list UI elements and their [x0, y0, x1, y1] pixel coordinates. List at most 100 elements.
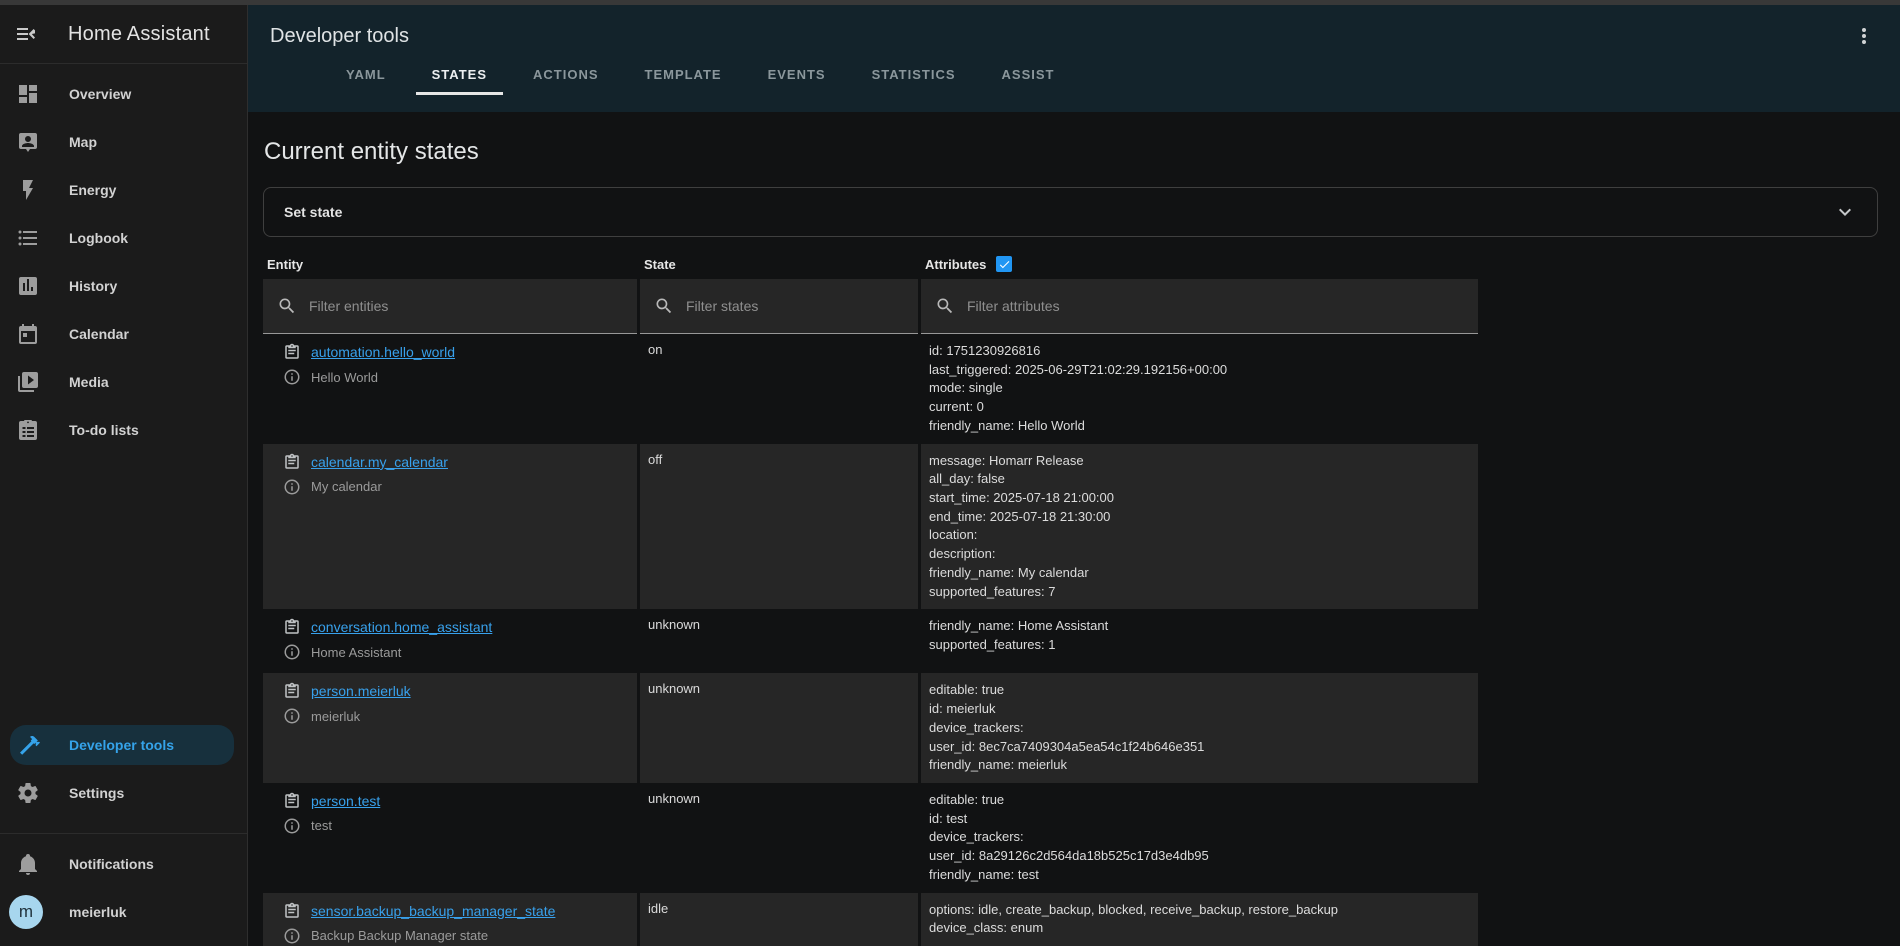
- attributes-cell: editable: true id: test device_trackers:…: [921, 783, 1478, 893]
- sidebar-item-media[interactable]: Media: [0, 358, 247, 406]
- hammer-icon: [18, 733, 42, 757]
- copy-clipboard-icon[interactable]: [283, 682, 301, 700]
- sidebar-item-calendar[interactable]: Calendar: [0, 310, 247, 358]
- entity-id-link[interactable]: person.test: [311, 793, 380, 809]
- entity-id-link[interactable]: conversation.home_assistant: [311, 619, 492, 635]
- attributes-label: Attributes: [925, 257, 986, 272]
- copy-clipboard-icon[interactable]: [283, 792, 301, 810]
- info-icon[interactable]: [283, 817, 301, 835]
- sidebar-item-energy[interactable]: Energy: [0, 166, 247, 214]
- sidebar-item-history[interactable]: History: [0, 262, 247, 310]
- sidebar-item-label: Calendar: [69, 326, 129, 342]
- sidebar-item-user-profile[interactable]: m meierluk: [0, 888, 247, 936]
- state-filter: [640, 279, 918, 334]
- entity-states-table: Entity State Attributes: [263, 250, 1478, 946]
- column-header-state: State: [640, 250, 921, 279]
- table-header-row: Entity State Attributes: [263, 250, 1478, 279]
- app-header: Developer tools YAML STATES ACTIONS TEMP…: [248, 5, 1900, 112]
- copy-clipboard-icon[interactable]: [283, 343, 301, 361]
- tab-actions[interactable]: ACTIONS: [517, 57, 615, 95]
- filter-row: [263, 279, 1478, 334]
- info-icon[interactable]: [283, 707, 301, 725]
- entity-friendly-name: Backup Backup Manager state: [311, 928, 488, 943]
- state-cell: unknown: [640, 783, 921, 893]
- attributes-text: friendly_name: Home Assistant supported_…: [929, 617, 1470, 654]
- avatar: m: [9, 895, 43, 929]
- sidebar-item-label: Media: [69, 374, 109, 390]
- sidebar-item-map[interactable]: Map: [0, 118, 247, 166]
- attributes-cell: friendly_name: Home Assistant supported_…: [921, 609, 1478, 673]
- sidebar-item-developer-tools[interactable]: Developer tools: [10, 725, 234, 765]
- table-row: person.test test unknown editable: true …: [263, 783, 1478, 893]
- info-icon[interactable]: [283, 927, 301, 945]
- column-header-entity: Entity: [263, 250, 640, 279]
- state-cell: unknown: [640, 673, 921, 783]
- info-icon[interactable]: [283, 478, 301, 496]
- todo-icon: [16, 418, 40, 442]
- attributes-filter: [921, 279, 1478, 334]
- sidebar-spacer: [0, 454, 247, 725]
- info-icon[interactable]: [283, 643, 301, 661]
- dashboard-icon: [16, 82, 40, 106]
- sidebar-item-label: Logbook: [69, 230, 128, 246]
- attributes-text: id: 1751230926816 last_triggered: 2025-0…: [929, 342, 1470, 436]
- entity-cell: calendar.my_calendar My calendar: [263, 444, 640, 610]
- state-cell: idle: [640, 893, 921, 946]
- sidebar-item-label: Settings: [69, 785, 124, 801]
- entity-cell: automation.hello_world Hello World: [263, 334, 640, 444]
- copy-clipboard-icon[interactable]: [283, 618, 301, 636]
- sidebar-item-label: Notifications: [69, 856, 154, 872]
- sidebar-item-label: History: [69, 278, 117, 294]
- tab-assist[interactable]: ASSIST: [986, 57, 1071, 95]
- overflow-menu-icon[interactable]: [1852, 24, 1876, 48]
- tab-yaml[interactable]: YAML: [330, 57, 402, 95]
- energy-icon: [16, 178, 40, 202]
- sidebar-item-overview[interactable]: Overview: [0, 70, 247, 118]
- tab-bar: YAML STATES ACTIONS TEMPLATE EVENTS STAT…: [330, 57, 1900, 95]
- sidebar-item-label: To-do lists: [69, 422, 139, 438]
- tab-template[interactable]: TEMPLATE: [629, 57, 738, 95]
- sidebar: Home Assistant Overview Map Energy Logbo…: [0, 5, 248, 946]
- page-title: Developer tools: [270, 25, 1852, 48]
- sidebar-bottom: Notifications m meierluk: [0, 834, 247, 946]
- table-row: calendar.my_calendar My calendar off mes…: [263, 444, 1478, 610]
- attributes-checkbox[interactable]: [996, 256, 1012, 272]
- sidebar-item-label: Developer tools: [69, 737, 174, 753]
- copy-clipboard-icon[interactable]: [283, 453, 301, 471]
- tab-states[interactable]: STATES: [416, 57, 503, 95]
- tab-events[interactable]: EVENTS: [752, 57, 842, 95]
- media-icon: [16, 370, 40, 394]
- attributes-cell: message: Homarr Release all_day: false s…: [921, 444, 1478, 610]
- sidebar-tools: Developer tools Settings: [0, 725, 247, 821]
- main-area: Developer tools YAML STATES ACTIONS TEMP…: [248, 5, 1900, 946]
- tab-statistics[interactable]: STATISTICS: [856, 57, 972, 95]
- entity-id-link[interactable]: person.meierluk: [311, 683, 411, 699]
- entity-id-link[interactable]: calendar.my_calendar: [311, 454, 448, 470]
- check-icon: [998, 258, 1011, 271]
- state-cell: on: [640, 334, 921, 444]
- filter-entities-input[interactable]: [309, 298, 637, 314]
- entity-cell: person.meierluk meierluk: [263, 673, 640, 783]
- search-icon: [654, 296, 674, 316]
- user-name-label: meierluk: [69, 904, 127, 920]
- entity-friendly-name: Hello World: [311, 370, 378, 385]
- filter-attributes-input[interactable]: [967, 298, 1478, 314]
- set-state-expander[interactable]: Set state: [263, 187, 1878, 237]
- sidebar-toggle-icon[interactable]: [14, 22, 38, 46]
- entity-id-link[interactable]: sensor.backup_backup_manager_state: [311, 903, 555, 919]
- sidebar-item-todo-lists[interactable]: To-do lists: [0, 406, 247, 454]
- sidebar-item-settings[interactable]: Settings: [0, 769, 247, 817]
- search-icon: [277, 296, 297, 316]
- copy-clipboard-icon[interactable]: [283, 902, 301, 920]
- attributes-text: message: Homarr Release all_day: false s…: [929, 452, 1470, 602]
- sidebar-item-notifications[interactable]: Notifications: [0, 840, 247, 888]
- table-row: automation.hello_world Hello World on id…: [263, 334, 1478, 444]
- table-row: sensor.backup_backup_manager_state Backu…: [263, 893, 1478, 946]
- entity-friendly-name: My calendar: [311, 479, 382, 494]
- entity-cell: sensor.backup_backup_manager_state Backu…: [263, 893, 640, 946]
- entity-id-link[interactable]: automation.hello_world: [311, 344, 455, 360]
- sidebar-item-logbook[interactable]: Logbook: [0, 214, 247, 262]
- filter-states-input[interactable]: [686, 298, 918, 314]
- attributes-text: editable: true id: test device_trackers:…: [929, 791, 1470, 885]
- info-icon[interactable]: [283, 368, 301, 386]
